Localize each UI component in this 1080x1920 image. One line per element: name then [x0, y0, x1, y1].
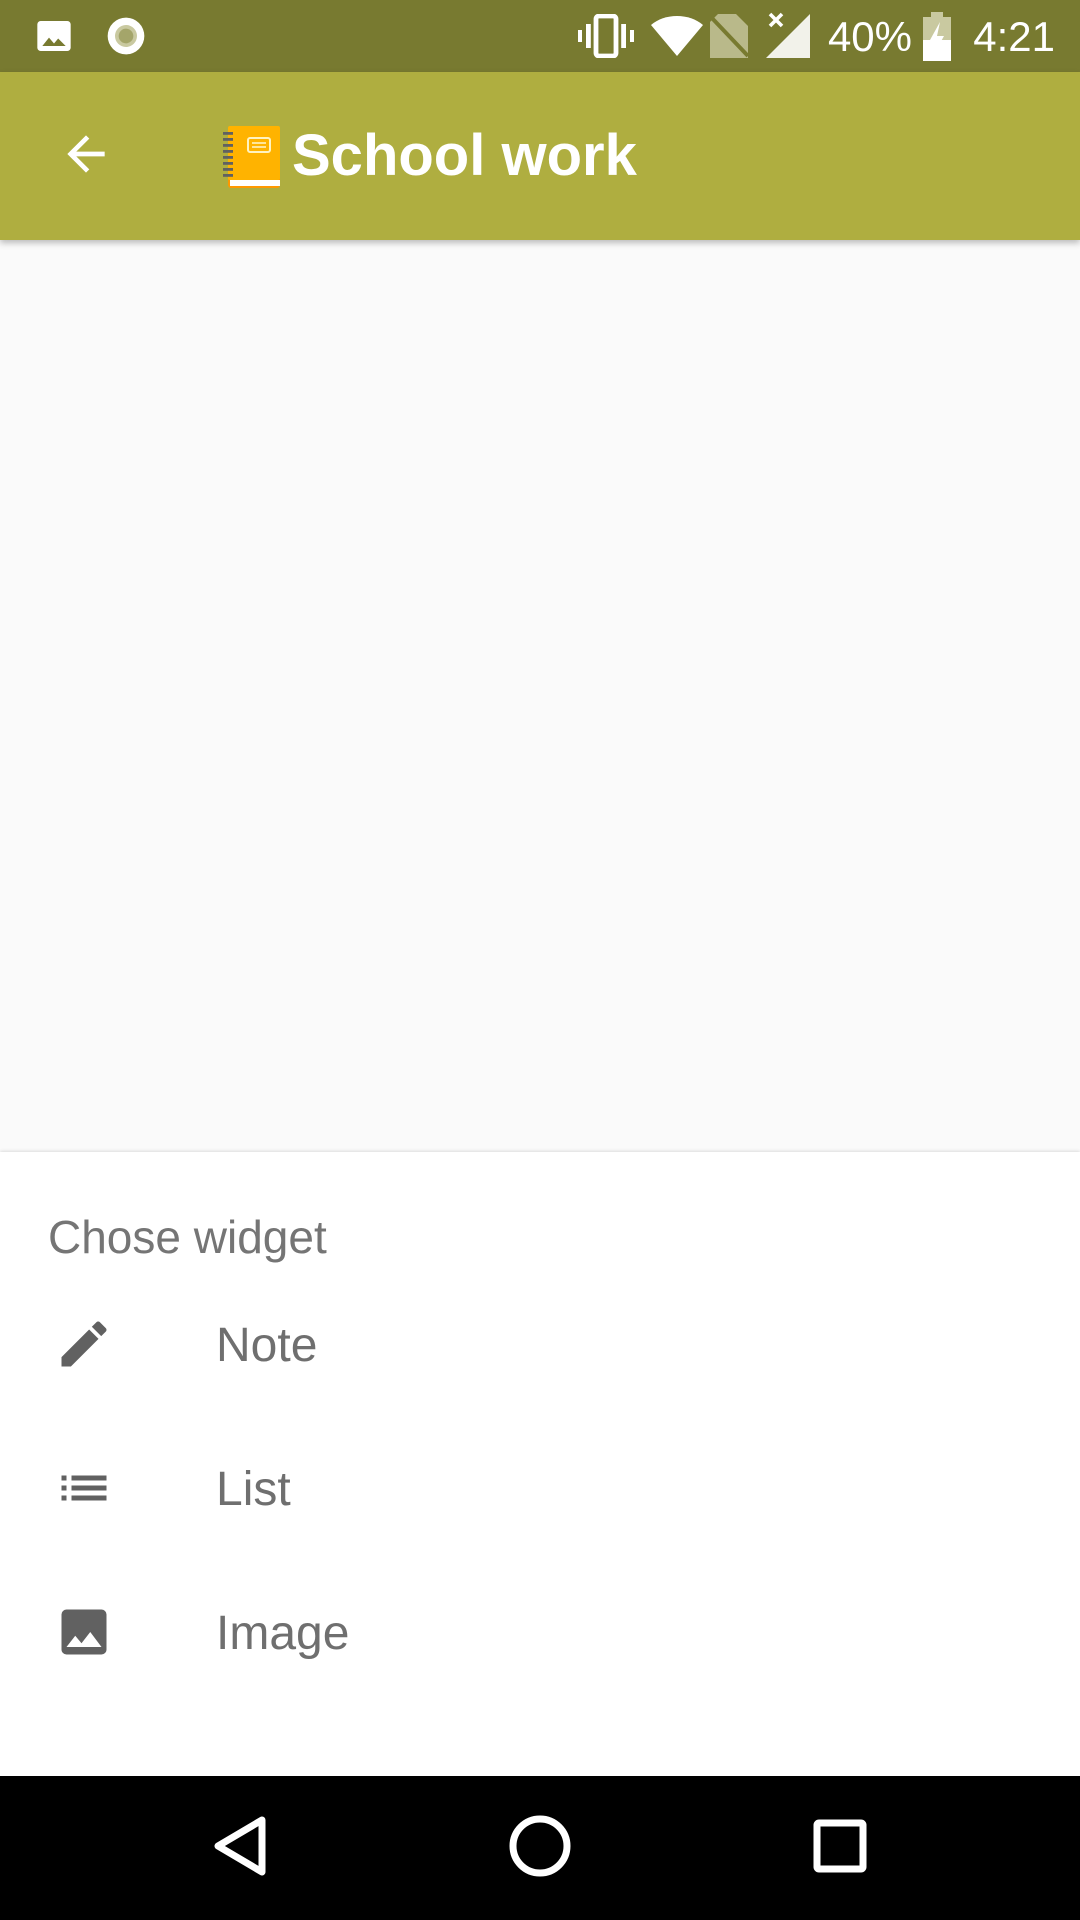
pencil-icon	[54, 1314, 114, 1374]
navigation-bar	[0, 1776, 1080, 1920]
image-icon	[54, 1602, 114, 1662]
widget-option-label: List	[216, 1463, 291, 1516]
home-circle-icon	[508, 1814, 572, 1883]
back-button[interactable]	[38, 108, 134, 204]
widget-chooser-sheet: Chose widget Note List Image	[0, 1152, 1080, 1776]
sheet-title: Chose widget	[48, 1211, 327, 1263]
widget-option-image[interactable]: Image	[0, 1560, 1080, 1704]
vibrate-icon	[578, 13, 634, 63]
clock: 4:21	[973, 13, 1055, 60]
recents-square-icon	[812, 1818, 868, 1879]
arrow-back-icon	[58, 126, 114, 187]
back-triangle-icon	[210, 1814, 270, 1883]
page-title: School work	[292, 123, 637, 188]
notebook-icon	[222, 124, 282, 195]
no-sim-icon	[708, 12, 750, 65]
nav-recents-button[interactable]	[792, 1800, 888, 1896]
widget-option-label: Note	[216, 1319, 318, 1372]
wifi-icon	[650, 14, 704, 63]
record-icon	[104, 14, 148, 63]
battery-charging-icon	[922, 12, 952, 67]
widget-option-list[interactable]: List	[0, 1416, 1080, 1560]
content-area	[0, 240, 1080, 1152]
app-bar: School work	[0, 72, 1080, 240]
widget-option-note[interactable]: Note	[0, 1272, 1080, 1416]
image-icon	[34, 16, 74, 61]
list-icon	[54, 1458, 114, 1518]
status-bar: 40% 4:21	[0, 0, 1080, 72]
nav-back-button[interactable]	[192, 1800, 288, 1896]
widget-option-label: Image	[216, 1607, 350, 1660]
signal-icon	[764, 12, 810, 63]
nav-home-button[interactable]	[492, 1800, 588, 1896]
battery-percent: 40%	[827, 13, 912, 60]
